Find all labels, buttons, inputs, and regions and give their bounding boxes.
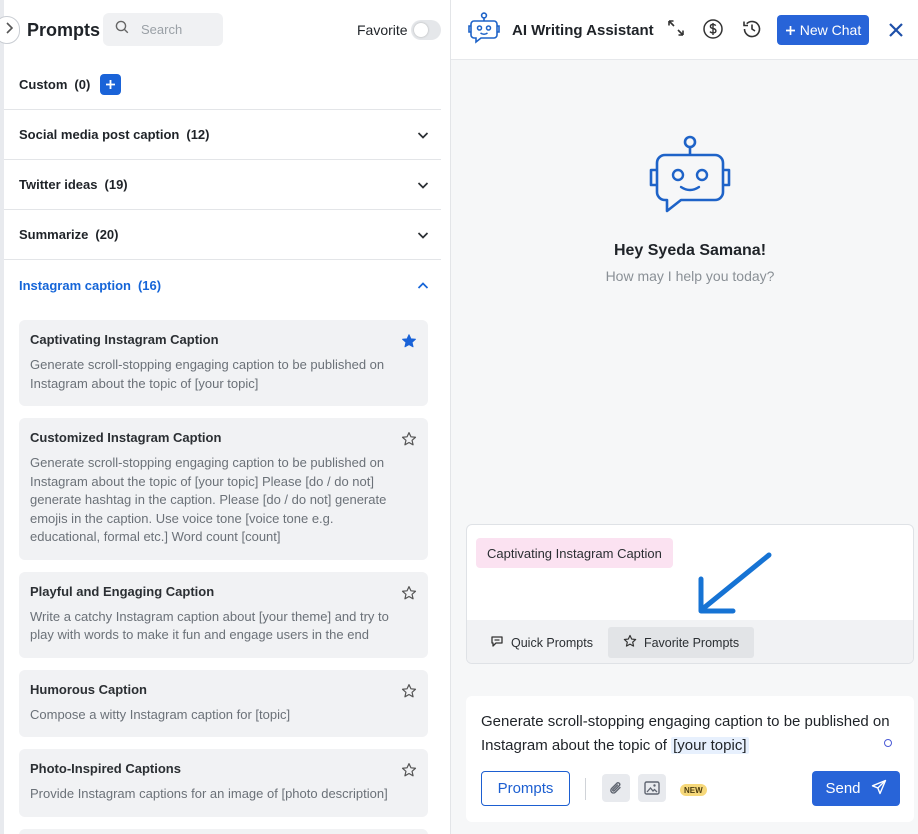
- search-input[interactable]: [141, 22, 211, 37]
- category-social-media-post-caption[interactable]: Social media post caption (12): [4, 110, 441, 160]
- tab-label: Quick Prompts: [511, 635, 593, 650]
- prompt-card-partial[interactable]: [19, 828, 428, 834]
- prompt-card-body: Generate scroll-stopping engaging captio…: [30, 357, 385, 391]
- star-outline-icon[interactable]: [401, 431, 417, 452]
- message-input[interactable]: Generate scroll-stopping engaging captio…: [481, 710, 899, 758]
- prompts-panel: Prompts Favorite Custom (0) Social media…: [0, 0, 451, 834]
- collapse-panel-button[interactable]: [0, 16, 20, 44]
- prompt-card[interactable]: Humorous Caption Compose a witty Instagr…: [19, 669, 428, 737]
- prompt-card-title: Playful and Engaging Caption: [30, 583, 215, 599]
- star-outline-icon[interactable]: [401, 585, 417, 606]
- history-icon[interactable]: [741, 18, 763, 45]
- send-button[interactable]: Send: [812, 771, 900, 806]
- star-outline-icon: [623, 634, 637, 651]
- image-upload-button[interactable]: [638, 774, 666, 802]
- favorite-filter-toggle[interactable]: [411, 20, 441, 40]
- add-custom-prompt-button[interactable]: [100, 74, 122, 95]
- search-icon: [115, 20, 129, 39]
- prompt-card-body: Write a catchy Instagram caption about […: [30, 608, 389, 643]
- paperclip-icon: [610, 782, 621, 794]
- chevron-down-icon: [417, 227, 429, 242]
- app-title: AI Writing Assistant: [512, 22, 654, 39]
- prompt-card-list: Captivating Instagram Caption Generate s…: [19, 320, 428, 834]
- prompt-card-body: Compose a witty Instagram caption for [t…: [30, 706, 291, 722]
- new-chat-button[interactable]: New Chat: [777, 15, 869, 45]
- search-box[interactable]: [103, 13, 223, 46]
- category-count: (19): [104, 177, 128, 192]
- star-filled-icon[interactable]: [401, 333, 417, 354]
- prompts-button[interactable]: Prompts: [481, 771, 570, 806]
- image-icon: [644, 781, 660, 795]
- tab-label: Favorite Prompts: [643, 635, 740, 650]
- message-placeholder-token[interactable]: [your topic]: [671, 737, 749, 754]
- attach-button[interactable]: [602, 774, 630, 802]
- resize-handle-icon[interactable]: [884, 739, 892, 747]
- category-label: Instagram caption: [19, 277, 131, 293]
- greeting-subtitle: How may I help you today?: [605, 268, 775, 284]
- category-list: Custom (0) Social media post caption (12…: [4, 60, 441, 310]
- chevron-down-icon: [417, 127, 429, 142]
- chat-header: AI Writing Assistant New Chat: [451, 0, 918, 60]
- divider: [585, 778, 586, 800]
- prompt-card[interactable]: Playful and Engaging Caption Write a cat…: [19, 571, 428, 658]
- prompt-card-title: Customized Instagram Caption: [30, 430, 222, 445]
- prompt-card[interactable]: Photo-Inspired Captions Provide Instagra…: [19, 749, 428, 817]
- greeting-heading: Hey Syeda Samana!: [613, 242, 767, 259]
- panel-title: Prompts: [27, 20, 101, 40]
- prompt-card-title: Photo-Inspired Captions: [30, 761, 181, 776]
- category-label: Summarize: [19, 227, 89, 242]
- prompt-picker: Captivating Instagram Caption Quick Prom…: [466, 524, 914, 664]
- plus-icon: [106, 80, 116, 89]
- send-icon: [871, 779, 887, 799]
- dollar-icon[interactable]: [702, 18, 724, 45]
- category-count: (16): [137, 277, 162, 293]
- favorite-filter-label: Favorite: [357, 22, 408, 38]
- send-label: Send: [825, 780, 861, 797]
- prompt-card-body: Provide Instagram captions for an image …: [30, 786, 388, 801]
- category-label: Custom: [19, 77, 68, 92]
- chevron-right-icon: [5, 21, 14, 39]
- expand-icon[interactable]: [666, 18, 686, 43]
- prompt-card[interactable]: Captivating Instagram Caption Generate s…: [19, 320, 428, 406]
- close-icon[interactable]: [887, 21, 905, 44]
- plus-icon: [785, 25, 795, 35]
- favorite-prompt-chip[interactable]: Captivating Instagram Caption: [476, 538, 673, 568]
- prompt-card-title: Captivating Instagram Caption: [30, 332, 219, 347]
- prompt-tab-bar: Quick Prompts Favorite Prompts: [467, 620, 913, 663]
- chevron-up-icon: [417, 278, 429, 293]
- category-instagram-caption[interactable]: Instagram caption (16): [4, 260, 441, 310]
- message-composer[interactable]: Generate scroll-stopping engaging captio…: [466, 696, 914, 822]
- robot-logo-icon: [466, 12, 502, 51]
- chevron-down-icon: [417, 177, 429, 192]
- star-outline-icon[interactable]: [401, 762, 417, 783]
- robot-illustration-icon: [641, 134, 739, 231]
- category-count: (20): [95, 227, 119, 242]
- prompt-card[interactable]: Customized Instagram Caption Generate sc…: [19, 418, 428, 560]
- annotation-arrow-icon: [691, 549, 777, 624]
- category-count: (0): [74, 77, 91, 92]
- category-label: Social media post caption: [19, 127, 180, 142]
- tab-favorite-prompts[interactable]: Favorite Prompts: [607, 627, 755, 658]
- category-summarize[interactable]: Summarize (20): [4, 210, 441, 260]
- prompt-card-body: Generate scroll-stopping engaging captio…: [30, 455, 387, 544]
- prompt-card-title: Humorous Caption: [30, 681, 147, 697]
- chat-panel: AI Writing Assistant New Chat Hey Syeda …: [451, 0, 918, 834]
- category-label: Twitter ideas: [19, 177, 98, 192]
- new-badge: NEW: [680, 784, 707, 796]
- tab-quick-prompts[interactable]: Quick Prompts: [475, 627, 608, 658]
- new-chat-label: New Chat: [799, 22, 862, 38]
- category-custom[interactable]: Custom (0): [4, 60, 441, 110]
- category-count: (12): [186, 127, 210, 142]
- quick-prompts-icon: [490, 635, 504, 651]
- category-twitter-ideas[interactable]: Twitter ideas (19): [4, 160, 441, 210]
- star-outline-icon[interactable]: [401, 683, 417, 704]
